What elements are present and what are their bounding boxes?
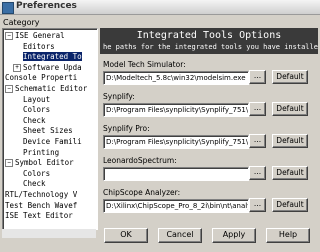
- tree-item-label: RTL/Technology V: [5, 190, 78, 199]
- field-label: Synplify Pro:: [103, 124, 150, 133]
- tree-item-label: Colors: [23, 168, 51, 178]
- tree-item[interactable]: Layout: [23, 95, 50, 104]
- tree-item-label: Symbol Editor: [15, 158, 74, 168]
- tree-item-label: Console Properti: [5, 73, 78, 83]
- default-button[interactable]: Default: [272, 166, 308, 180]
- tree-item[interactable]: Printing: [23, 148, 59, 157]
- tree-item-label: Test Bench Wavef: [5, 200, 78, 210]
- tree-item-label: Sheet Sizes: [23, 126, 73, 136]
- default-button[interactable]: Default: [272, 198, 308, 212]
- tree-horizontal-scrollbar[interactable]: [2, 229, 96, 238]
- browse-button[interactable]: ...: [249, 70, 266, 84]
- tree-item[interactable]: Colors: [23, 169, 50, 178]
- tree-item[interactable]: Colors: [23, 105, 50, 114]
- browse-button[interactable]: ...: [249, 134, 266, 148]
- tree-item-label: Schematic Editor: [15, 84, 88, 93]
- tree-item-label: Software Upda: [23, 62, 82, 72]
- tree-item[interactable]: − ISE General: [5, 31, 65, 40]
- path-input[interactable]: D:\Program Files\synplicity\Synplify_751…: [103, 135, 249, 149]
- tree-item[interactable]: Check: [23, 179, 46, 188]
- path-input[interactable]: D:\Program Files\synplicity\Synplify_751…: [103, 103, 249, 117]
- options-title: Integrated Tools Options: [136, 30, 282, 41]
- category-tree[interactable]: − ISE General Editors Integrated To + Softwar…: [2, 28, 98, 230]
- tree-item-label: Printing: [23, 147, 60, 157]
- tree-item[interactable]: + Software Upda: [13, 63, 82, 72]
- tree-item[interactable]: Sheet Sizes: [23, 126, 73, 135]
- browse-button[interactable]: ...: [249, 198, 266, 212]
- cancel-button[interactable]: Cancel: [158, 228, 202, 243]
- tree-item[interactable]: Integrated To: [23, 52, 82, 62]
- category-label: Category: [3, 18, 40, 27]
- tree-item-label: Layout: [23, 94, 51, 104]
- tree-item-label: Editors: [23, 41, 55, 51]
- title-bar: Preferences: [0, 0, 320, 15]
- path-input[interactable]: D:\Modeltech_5.8c\win32\modelsim.exe: [103, 71, 249, 85]
- apply-button[interactable]: Apply: [212, 228, 256, 243]
- browse-button[interactable]: ...: [249, 166, 266, 180]
- options-header: Integrated Tools Options he paths for th…: [100, 28, 318, 54]
- tree-item-label: Colors: [23, 105, 51, 115]
- tree-item-label: Integrated To: [23, 52, 82, 62]
- path-input[interactable]: [103, 167, 249, 181]
- ok-button[interactable]: OK: [104, 228, 148, 243]
- tree-item[interactable]: Check: [23, 116, 46, 125]
- default-button[interactable]: Default: [272, 70, 308, 84]
- tree-item-label: Check: [23, 115, 46, 125]
- options-subtitle: he paths for the integrated tools you ha…: [103, 43, 318, 51]
- tree-item[interactable]: Console Properti: [5, 73, 77, 82]
- default-button[interactable]: Default: [272, 134, 308, 148]
- tool-paths-panel: Model Tech Simulator: D:\Modeltech_5.8c\w…: [100, 56, 318, 224]
- expand-icon[interactable]: +: [13, 63, 21, 72]
- tree-item[interactable]: RTL/Technology V: [5, 190, 77, 199]
- window-title: Preferences: [16, 1, 77, 11]
- field-label: LeonardoSpectrum:: [103, 156, 177, 165]
- default-button[interactable]: Default: [272, 102, 308, 116]
- tree-item[interactable]: Editors: [23, 42, 55, 51]
- collapse-icon[interactable]: −: [5, 85, 13, 93]
- tree-item[interactable]: Device Famili: [23, 137, 82, 146]
- app-icon: [2, 2, 14, 14]
- tree-item-label: ISE Text Editor: [5, 211, 73, 221]
- field-label: ChipScope Analyzer:: [103, 188, 181, 197]
- help-button[interactable]: Help: [266, 228, 310, 243]
- tree-item[interactable]: − Symbol Editor: [5, 158, 74, 168]
- path-input[interactable]: D:\Xilinx\ChipScope_Pro_8_2i\bin\nt\anal…: [103, 199, 249, 213]
- collapse-icon[interactable]: −: [5, 32, 13, 40]
- tree-item-label: Device Famili: [23, 137, 82, 146]
- tree-item-label: ISE General: [15, 31, 65, 40]
- browse-button[interactable]: ...: [249, 102, 266, 116]
- tree-item[interactable]: ISE Text Editor: [5, 211, 73, 220]
- tree-item-label: Check: [23, 179, 46, 189]
- field-label: Synplify:: [103, 92, 135, 101]
- collapse-icon[interactable]: −: [5, 159, 13, 168]
- field-label: Model Tech Simulator:: [103, 60, 186, 69]
- tree-item[interactable]: Test Bench Wavef: [5, 201, 77, 210]
- tree-item[interactable]: − Schematic Editor: [5, 84, 87, 93]
